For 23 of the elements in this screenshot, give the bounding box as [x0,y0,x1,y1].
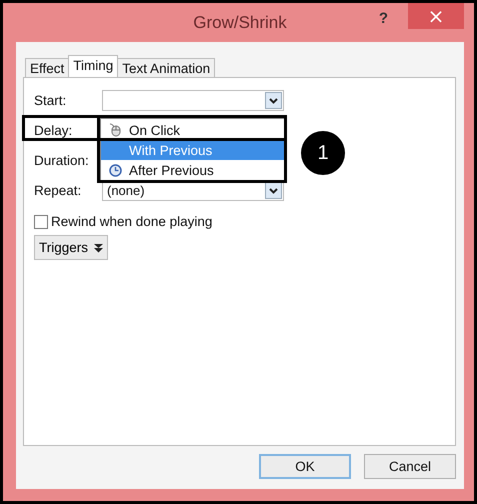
tab[interactable]: Timing [68,55,118,77]
start-label: Start: [34,93,68,108]
duration-label: Duration: [34,153,90,168]
tab[interactable]: Text Animation [117,58,216,77]
mouse-icon [108,123,122,137]
callout-number: 1 [301,131,345,175]
close-button[interactable]: × [408,3,464,29]
help-button[interactable]: ? [372,9,394,28]
double-chevron-icon [94,242,104,252]
window-title: Grow/Shrink [193,12,287,32]
tab[interactable]: Effect [25,58,70,77]
dialog-button[interactable]: OK [259,454,351,479]
chevron-icon [265,92,282,109]
dropdown-option[interactable]: On Click [101,120,285,140]
dropdown-option[interactable]: After Previous [101,160,285,180]
rewind-checkbox[interactable]: Rewind when done playing [34,214,445,229]
start-dropdown[interactable] [102,90,284,111]
repeat-label: Repeat: [34,183,82,198]
clock-icon [108,164,122,176]
dialog-button[interactable]: Cancel [364,454,456,479]
triggers-button[interactable]: Triggers [34,235,108,260]
chevron-icon [265,182,282,199]
delay-label: Delay: [34,123,74,138]
